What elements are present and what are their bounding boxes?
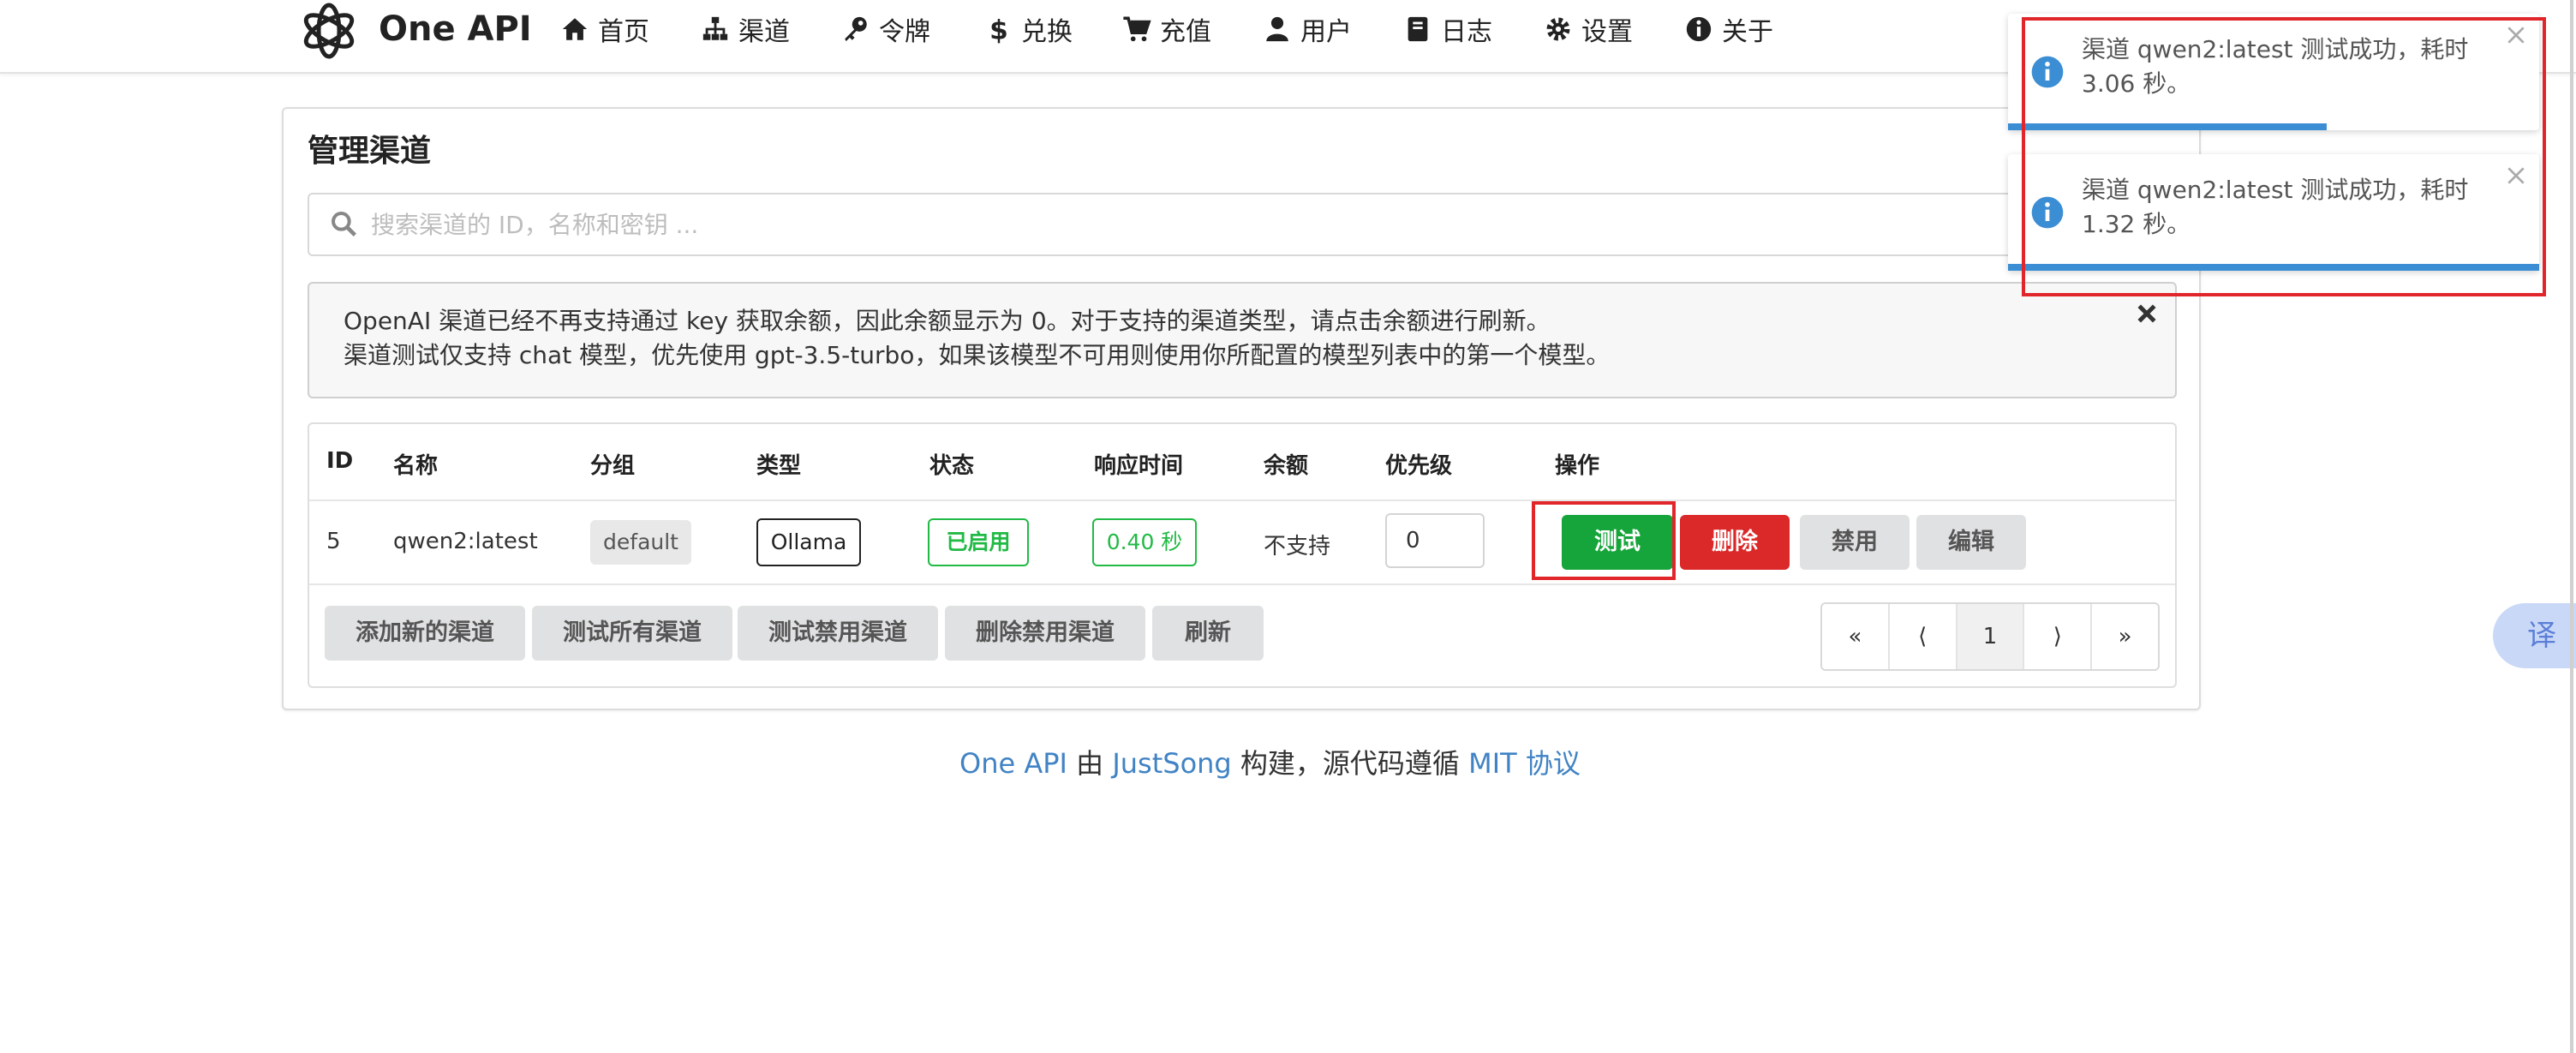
svg-text:$: $ [989, 15, 1008, 44]
nav-topup[interactable]: 充值 [1122, 7, 1211, 51]
th-group[interactable]: 分组 [590, 448, 635, 480]
add-channel-button[interactable]: 添加新的渠道 [325, 606, 525, 661]
nav-settings-label: 设置 [1581, 17, 1633, 47]
nav-about-label: 关于 [1722, 17, 1773, 47]
notice-line-2: 渠道测试仅支持 chat 模型，优先使用 gpt-3.5-turbo，如果该模型… [344, 341, 1611, 369]
th-id[interactable]: ID [326, 448, 353, 474]
response-time-badge[interactable]: 0.40 秒 [1092, 518, 1197, 566]
th-status[interactable]: 状态 [929, 448, 974, 480]
nav-redeem-label: 兑换 [1021, 17, 1073, 47]
key-icon [841, 15, 870, 44]
toasts-highlight [2022, 17, 2546, 296]
nav-users[interactable]: 用户 [1263, 7, 1352, 51]
th-response-time[interactable]: 响应时间 [1094, 448, 1183, 480]
footer-built-text: 构建，源代码遵循 [1240, 747, 1460, 780]
footer-license-link[interactable]: MIT 协议 [1468, 747, 1581, 780]
scrollbar-edge [2570, 0, 2573, 1053]
page-current-button[interactable]: 1 [1957, 604, 2025, 669]
search-box[interactable] [308, 193, 2177, 256]
notice-line-1: OpenAI 渠道已经不再支持通过 key 获取余额，因此余额显示为 0。对于支… [344, 307, 1551, 335]
home-icon [560, 15, 589, 44]
page-last-button[interactable]: » [2092, 604, 2158, 669]
notice-message: OpenAI 渠道已经不再支持通过 key 获取余额，因此余额显示为 0。对于支… [308, 282, 2177, 398]
group-tag: default [590, 520, 691, 565]
openai-logo-icon[interactable] [298, 0, 360, 60]
page-title: 管理渠道 [308, 134, 432, 169]
footer-by-text: 由 [1076, 747, 1104, 780]
disable-button[interactable]: 禁用 [1800, 515, 1910, 570]
search-icon [330, 210, 357, 237]
nav-logs-label: 日志 [1441, 17, 1492, 47]
cell-name: qwen2:latest [393, 529, 538, 554]
status-badge: 已启用 [928, 518, 1029, 566]
nav-logs[interactable]: 日志 [1403, 7, 1492, 51]
nav-about[interactable]: 关于 [1684, 7, 1773, 51]
footer-brand-link[interactable]: One API [959, 747, 1067, 780]
footer-author-link[interactable]: JustSong [1112, 747, 1231, 780]
cart-icon [1122, 15, 1151, 44]
delete-button[interactable]: 删除 [1680, 515, 1790, 570]
translate-button[interactable]: 译 [2493, 603, 2576, 668]
nav-redeem[interactable]: $ 兑换 [983, 7, 1073, 51]
test-disabled-channels-button[interactable]: 测试禁用渠道 [738, 606, 938, 661]
nav-tokens[interactable]: 令牌 [841, 7, 930, 51]
cell-id: 5 [326, 529, 341, 554]
th-type[interactable]: 类型 [756, 448, 801, 480]
delete-disabled-channels-button[interactable]: 删除禁用渠道 [945, 606, 1145, 661]
th-balance[interactable]: 余额 [1264, 448, 1308, 480]
channels-card: 管理渠道 OpenAI 渠道已经不再支持通过 key 获取余额，因此余额显示为 … [282, 107, 2201, 710]
table-header: ID 名称 分组 类型 状态 响应时间 余额 优先级 操作 [309, 424, 2175, 501]
th-actions: 操作 [1555, 453, 1600, 479]
type-tag: Ollama [756, 518, 861, 566]
sitemap-icon [701, 15, 730, 44]
nav-users-label: 用户 [1300, 17, 1352, 47]
nav-topup-label: 充值 [1160, 17, 1211, 47]
th-priority[interactable]: 优先级 [1385, 448, 1452, 480]
dollar-icon: $ [983, 15, 1013, 45]
search-input[interactable] [369, 203, 2086, 246]
nav-settings[interactable]: 设置 [1544, 7, 1633, 51]
nav-tokens-label: 令牌 [879, 17, 930, 47]
nav-home[interactable]: 首页 [560, 7, 649, 51]
notice-close-icon[interactable] [2134, 301, 2160, 326]
table-row: 5 qwen2:latest default Ollama 已启用 0.40 秒… [309, 501, 2175, 585]
brand-title[interactable]: One API [379, 5, 532, 53]
nav-home-label: 首页 [598, 17, 649, 47]
test-all-channels-button[interactable]: 测试所有渠道 [532, 606, 732, 661]
pagination: « ⟨ 1 ⟩ » [1820, 602, 2160, 671]
book-icon [1403, 15, 1432, 44]
nav-channels[interactable]: 渠道 [701, 7, 790, 51]
cell-balance[interactable]: 不支持 [1264, 529, 1330, 560]
test-button-highlight [1532, 501, 1676, 580]
priority-input[interactable] [1385, 513, 1485, 568]
refresh-button[interactable]: 刷新 [1152, 606, 1264, 661]
gear-icon [1544, 15, 1573, 44]
channels-table: ID 名称 分组 类型 状态 响应时间 余额 优先级 操作 5 qwen2:la… [308, 422, 2177, 688]
edit-button[interactable]: 编辑 [1916, 515, 2026, 570]
page-prev-button[interactable]: ⟨ [1890, 604, 1957, 669]
th-name[interactable]: 名称 [393, 448, 438, 480]
nav-channels-label: 渠道 [738, 17, 790, 47]
user-icon [1263, 15, 1292, 44]
page-first-button[interactable]: « [1822, 604, 1890, 669]
info-icon [1684, 15, 1713, 44]
page-next-button[interactable]: ⟩ [2024, 604, 2093, 669]
